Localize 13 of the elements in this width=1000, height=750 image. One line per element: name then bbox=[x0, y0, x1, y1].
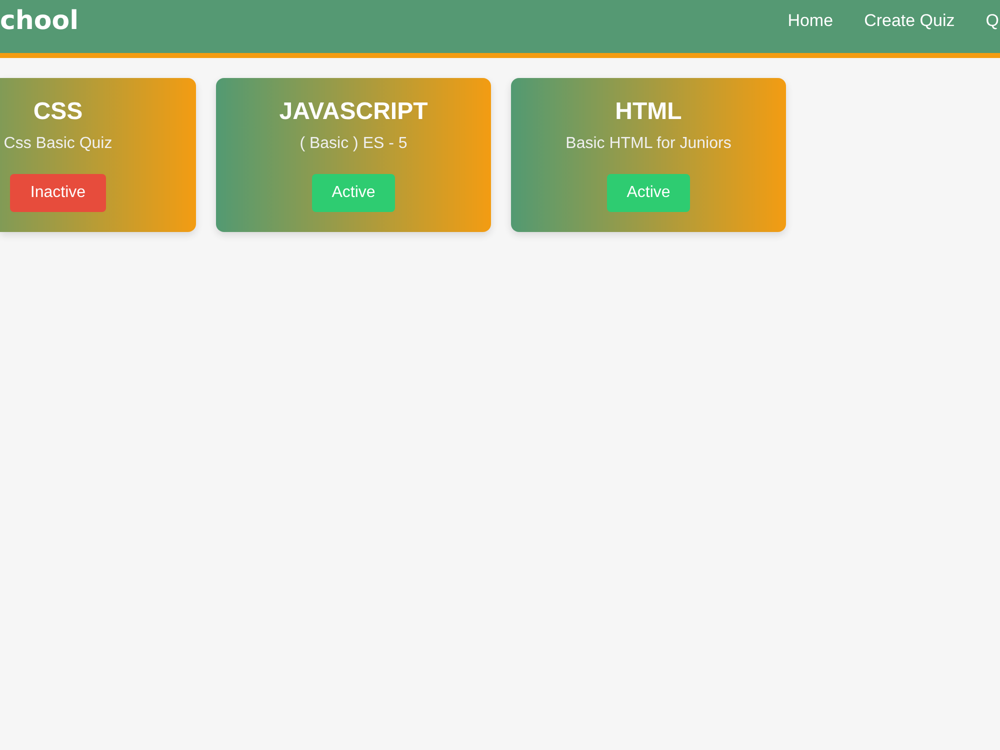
nav-link[interactable]: Home bbox=[788, 10, 834, 32]
nav-link[interactable]: Create Quiz bbox=[864, 10, 955, 32]
status-button[interactable]: Inactive bbox=[10, 174, 106, 212]
quiz-title: CSS bbox=[33, 98, 83, 126]
quiz-description: ( Basic ) ES - 5 bbox=[300, 134, 408, 154]
status-button[interactable]: Active bbox=[312, 174, 396, 212]
status-button[interactable]: Active bbox=[606, 174, 690, 212]
quiz-title: JAVASCRIPT bbox=[279, 98, 428, 126]
quiz-description: Basic HTML for Juniors bbox=[566, 134, 732, 154]
quiz-description: Css Basic Quiz bbox=[4, 134, 112, 154]
quiz-title: HTML bbox=[615, 98, 682, 126]
nav-link[interactable]: Q bbox=[986, 10, 999, 32]
logo-text: chool bbox=[0, 6, 79, 36]
